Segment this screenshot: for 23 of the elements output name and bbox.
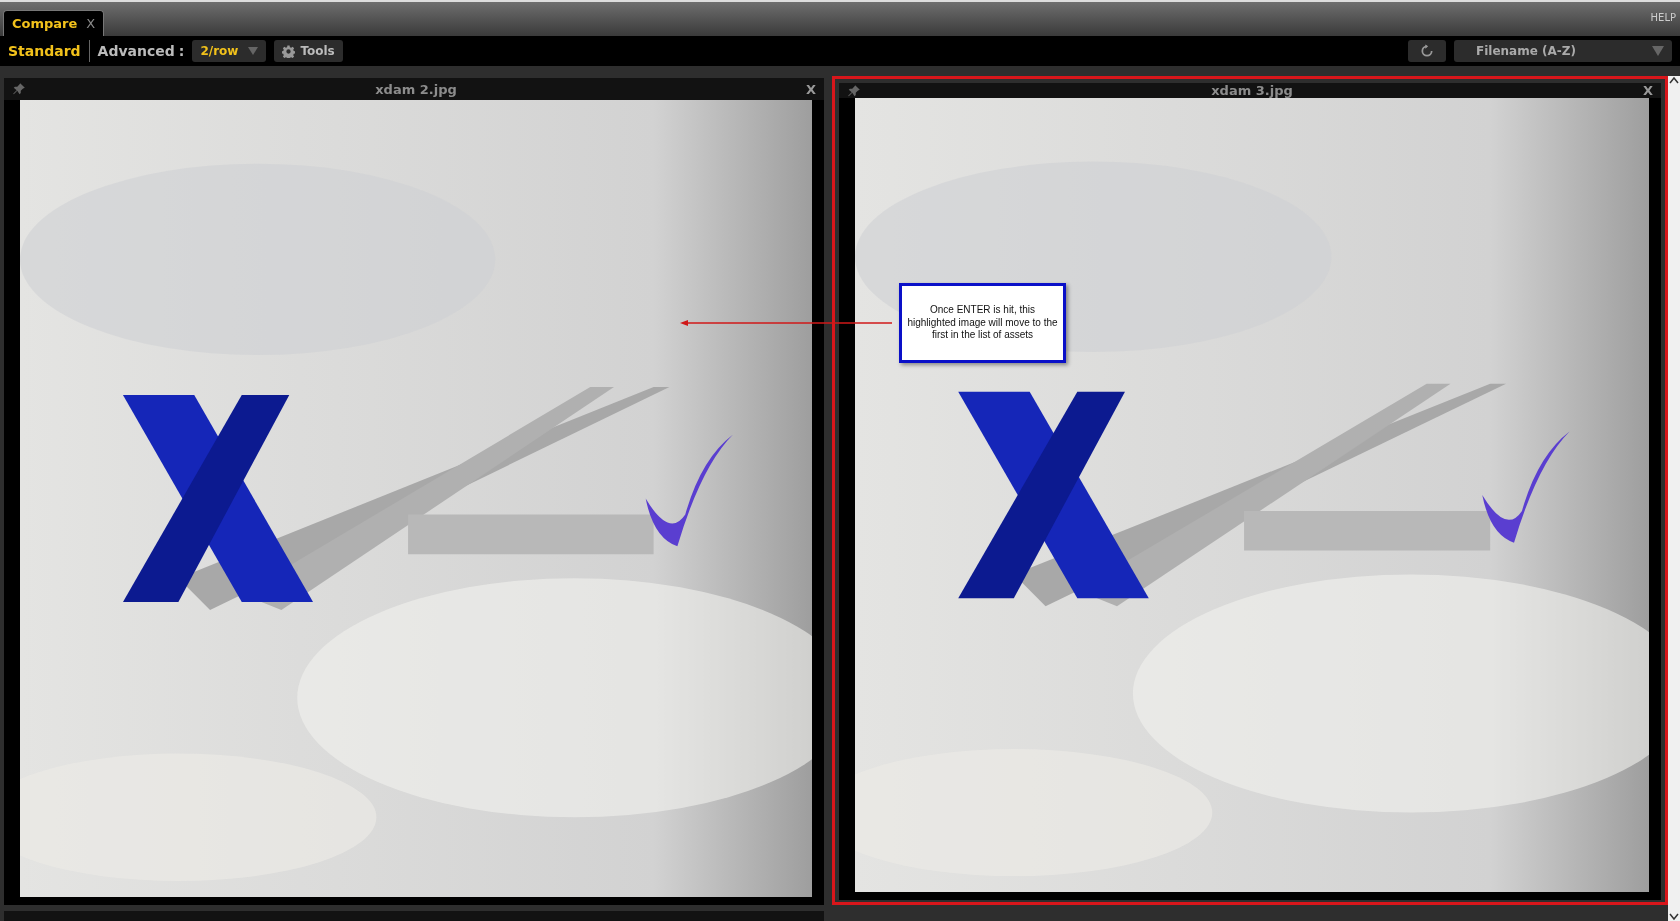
callout-note: Once ENTER is hit, this highlighted image will move to the first in the list of assets	[899, 283, 1066, 363]
tools-button[interactable]: Tools	[274, 40, 343, 62]
help-link[interactable]: HELP	[1650, 11, 1676, 23]
sort-dropdown[interactable]: Filename (A-Z)	[1454, 40, 1672, 62]
close-icon[interactable]: X	[86, 16, 96, 31]
caret-icon	[248, 47, 259, 55]
close-icon[interactable]: X	[1642, 83, 1653, 98]
per-row-dropdown[interactable]: 2/row	[192, 40, 267, 62]
image-title: xdam 3.jpg	[1211, 83, 1293, 98]
scroll-up-icon[interactable]	[1669, 76, 1679, 84]
gear-icon	[282, 44, 296, 58]
colon-text: :	[178, 43, 185, 59]
mode-tab[interactable]: Standard	[8, 43, 81, 59]
compare-tab[interactable]: Compare X	[3, 10, 105, 36]
mode-tab[interactable]: Advanced	[97, 43, 175, 59]
scroll-down-icon[interactable]	[1669, 913, 1679, 921]
pin-icon[interactable]	[12, 82, 26, 96]
image-title: xdam 2.jpg	[375, 81, 457, 97]
pin-icon[interactable]	[847, 83, 861, 98]
refresh-icon	[1420, 44, 1434, 58]
caret-icon	[1652, 46, 1664, 56]
close-icon[interactable]: X	[805, 81, 816, 97]
refresh-button[interactable]	[1408, 40, 1446, 62]
